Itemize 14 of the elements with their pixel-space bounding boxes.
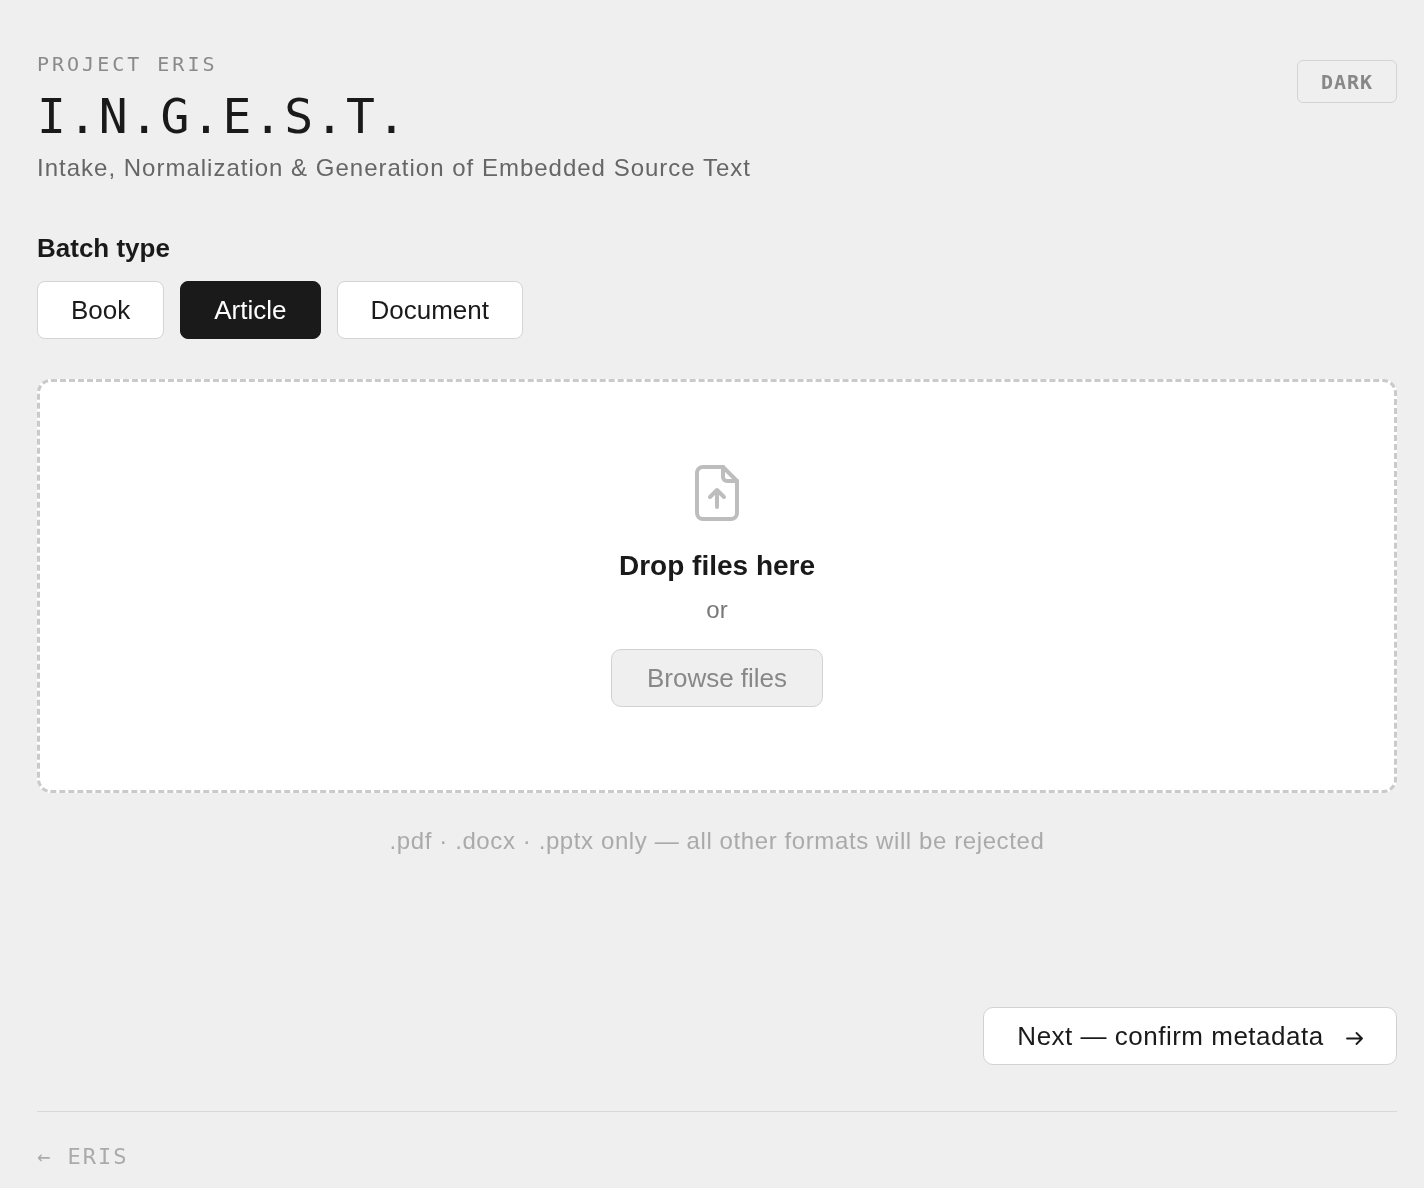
next-button[interactable]: Next — confirm metadata	[983, 1007, 1397, 1065]
app-subtitle: Intake, Normalization & Generation of Embedded Source Text	[37, 154, 751, 182]
batch-type-option[interactable]: Book	[37, 281, 165, 339]
batch-type-option[interactable]: Document	[336, 281, 523, 339]
batch-type-label: Batch type	[37, 233, 170, 263]
app-title: I.N.G.E.S.T.	[37, 88, 408, 144]
or-separator: or	[706, 595, 728, 625]
arrow-right-icon	[1345, 1031, 1363, 1045]
file-format-hint: .pdf · .docx · .pptx only — all other formats will be rejected	[389, 827, 1045, 855]
batch-type-option[interactable]: Article	[180, 281, 321, 339]
file-drop-zone[interactable]: Drop files here or Browse files	[37, 379, 1397, 793]
drop-heading: Drop files here	[618, 550, 816, 582]
file-upload-icon	[695, 465, 739, 521]
project-label: PROJECT ERIS	[37, 51, 218, 77]
